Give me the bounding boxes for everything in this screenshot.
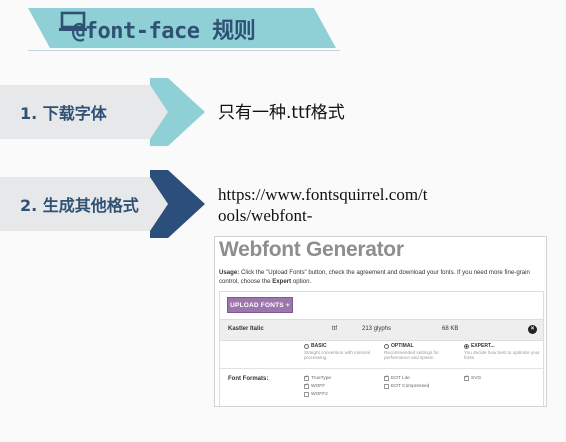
step-1: 1. 下载字体 [0,78,205,146]
radio-basic[interactable] [304,344,309,350]
mode-basic-desc: Straight conversion with minimal process… [304,349,370,361]
font-name: Kastler Italic [228,326,264,332]
checkbox-woff[interactable] [304,382,309,389]
webfont-generator-screenshot: Webfont Generator Usage: Click the "Uplo… [214,236,547,407]
format-svg-label: SVG [471,376,482,381]
font-row: Kastler Italic ttf 213 glyphs 68 KB × [220,319,543,341]
title-divider [28,50,340,51]
format-eot-lite-label: EOT Lite [391,376,410,381]
checkbox-eot-lite[interactable] [384,374,389,381]
remove-font-icon[interactable]: × [528,325,537,334]
format-woff2-label: WOFF2 [311,392,328,397]
radio-expert[interactable] [464,344,469,350]
format-woff-label: WOFF [311,384,326,389]
generator-usage: Usage: Click the "Upload Fonts" button, … [219,268,541,286]
step-1-label: 1. 下载字体 [20,104,107,123]
step-2-label: 2. 生成其他格式 [20,196,139,215]
usage-expert: Expert [272,278,292,285]
step-2: 2. 生成其他格式 [0,170,205,238]
format-truetype[interactable]: TrueType [304,374,332,381]
usage-text: Click the "Upload Fonts" button, check t… [219,269,530,285]
upload-fonts-button[interactable]: UPLOAD FONTS + [227,297,293,313]
generator-title: Webfont Generator [219,238,404,261]
format-svg[interactable]: SVG [464,374,482,381]
format-eot-lite[interactable]: EOT Lite [384,374,410,381]
step-1-description: 只有一种.ttf格式 [218,103,345,123]
mode-basic-label: BASIC [311,343,327,349]
usage-prefix: Usage: [219,269,240,276]
mode-expert-label: EXPERT... [471,343,495,349]
format-eot-compressed-label: EOT Compressed [391,384,430,389]
format-truetype-label: TrueType [311,376,332,381]
radio-optimal[interactable] [384,344,389,350]
page-title: @font-face 规则 [72,19,256,44]
mode-options: BASIC Straight conversion with minimal p… [220,343,543,369]
mode-basic[interactable]: BASIC Straight conversion with minimal p… [304,343,382,361]
checkbox-woff2[interactable] [304,392,309,397]
checkbox-eot-compressed[interactable] [384,384,389,389]
mode-expert-desc: You decide how best to optimize your fon… [464,349,540,361]
mode-optimal[interactable]: OPTIMAL Recommended settings for perform… [384,343,462,361]
checkbox-truetype[interactable] [304,374,309,381]
font-size: 68 KB [442,326,459,332]
format-woff2[interactable]: WOFF2 [304,392,328,397]
usage-suffix: option. [291,278,312,285]
step-2-url[interactable]: https://www.fontsquirrel.com/tools/webfo… [218,184,428,226]
checkbox-svg[interactable] [464,374,469,381]
generator-panel: UPLOAD FONTS + Kastler Italic ttf 213 gl… [219,291,544,406]
format-woff[interactable]: WOFF [304,382,326,389]
font-formats-label: Font Formats: [228,376,269,382]
mode-expert[interactable]: EXPERT... You decide how best to optimiz… [464,343,542,361]
title-banner: @font-face 规则 [28,6,338,50]
mode-optimal-desc: Recommended settings for performance and… [384,349,439,361]
font-glyphs: 213 glyphs [362,326,392,332]
font-format: ttf [332,326,338,332]
mode-optimal-label: OPTIMAL [391,343,414,349]
format-eot-compressed[interactable]: EOT Compressed [384,384,429,389]
